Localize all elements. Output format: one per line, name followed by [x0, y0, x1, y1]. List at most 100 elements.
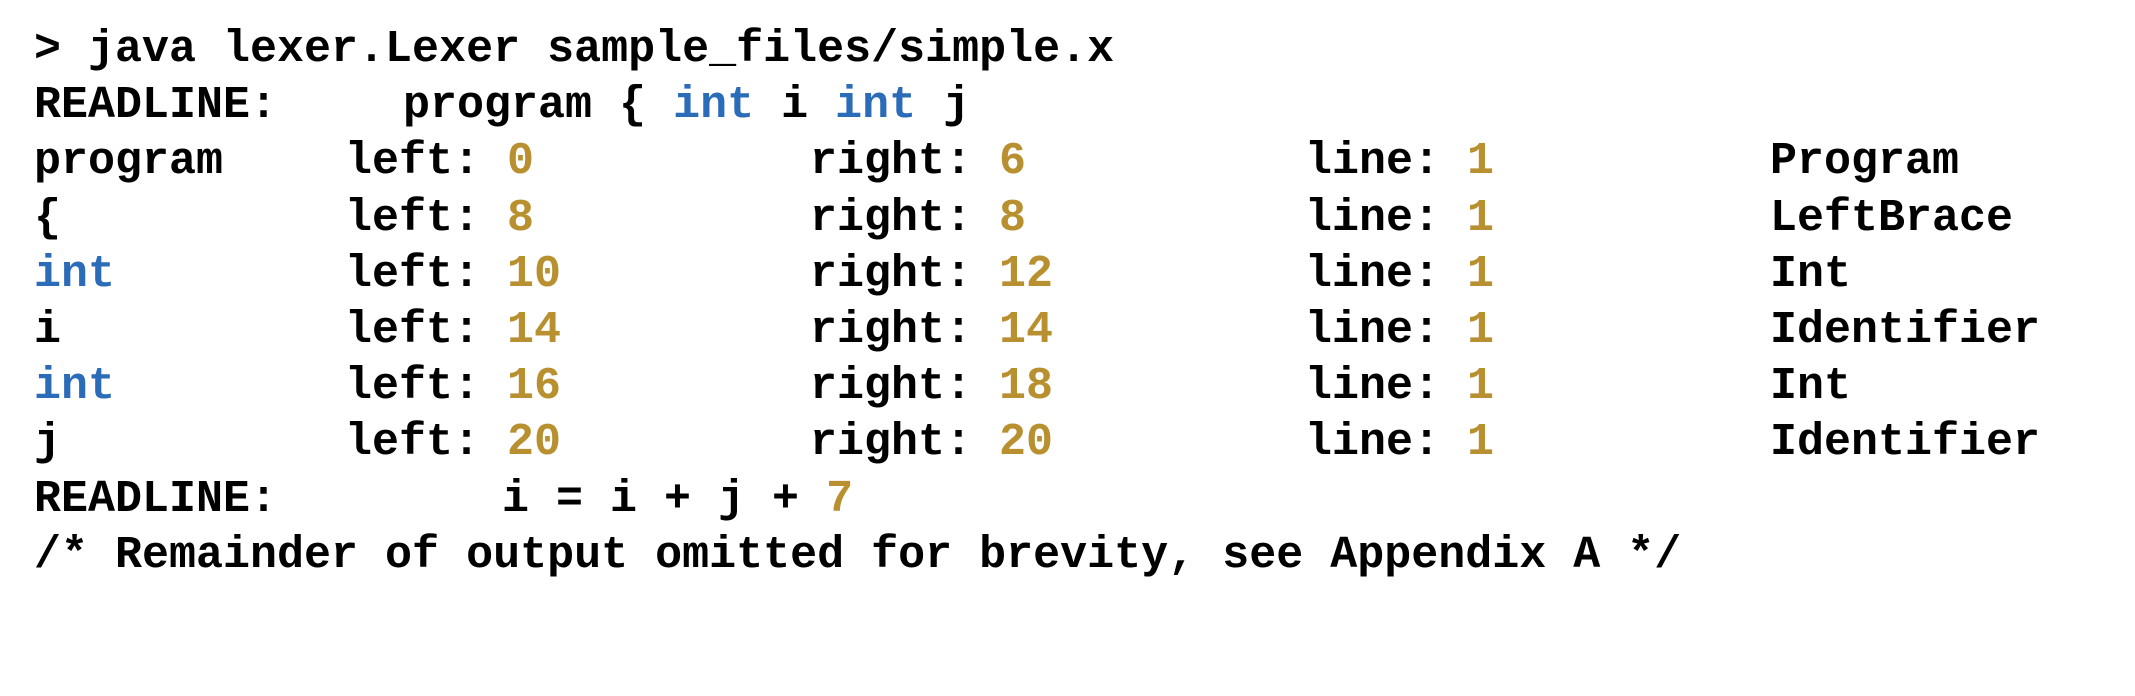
- line-label: line:: [1305, 304, 1468, 356]
- readline-row-1: READLINE: program { int i int j: [34, 78, 970, 134]
- lexeme-text: j: [34, 417, 62, 469]
- line-value: 1: [1467, 248, 1495, 300]
- token-type-text: Program: [1770, 136, 1960, 188]
- token-type: Identifier: [1770, 415, 2040, 471]
- line-value: 1: [1467, 304, 1495, 356]
- source-text: j: [943, 80, 971, 132]
- token-type: Int: [1770, 359, 1851, 415]
- token-right: right: 14: [810, 303, 1053, 359]
- token-right: right: 8: [810, 191, 1026, 247]
- lexeme-text: int: [34, 361, 116, 413]
- lexeme-text: int: [34, 248, 116, 300]
- footer-comment-line: /* Remainder of output omitted for brevi…: [34, 528, 1681, 584]
- left-value: 8: [507, 192, 535, 244]
- token-lexeme: {: [34, 191, 61, 247]
- left-value: 10: [507, 248, 562, 300]
- left-label: left:: [345, 304, 508, 356]
- token-row: { left: 8 right: 8 line: 1 LeftBrace: [34, 191, 2013, 247]
- token-type-text: Identifier: [1770, 417, 2041, 469]
- lexeme-text: {: [34, 192, 62, 244]
- footer-comment: /* Remainder of output omitted for brevi…: [34, 529, 1682, 581]
- left-label: left:: [345, 248, 508, 300]
- source-text: [592, 80, 619, 131]
- source-text: [916, 80, 943, 131]
- left-label: left:: [345, 417, 508, 469]
- token-left: left: 14: [345, 303, 561, 359]
- source-text: i = i + j +: [502, 473, 827, 525]
- token-line: line: 1: [1305, 191, 1494, 247]
- keyword-token: int: [673, 80, 755, 132]
- token-lexeme: int: [34, 359, 115, 415]
- command-line: > java lexer.Lexer sample_files/simple.x: [34, 22, 1114, 78]
- token-right: right: 12: [810, 247, 1053, 303]
- left-value: 0: [507, 136, 535, 188]
- readline-label: READLINE:: [34, 473, 278, 525]
- token-row: i left: 14 right: 14 line: 1 Identifier: [34, 303, 2040, 359]
- right-label: right:: [810, 304, 1000, 356]
- readline-label: READLINE:: [34, 80, 278, 132]
- source-text: {: [619, 80, 647, 132]
- token-lexeme: j: [34, 415, 61, 471]
- line-value: 1: [1467, 192, 1495, 244]
- right-label: right:: [810, 361, 1000, 413]
- token-type: Int: [1770, 247, 1851, 303]
- left-label: left:: [345, 136, 508, 188]
- token-row: int left: 16 right: 18 line: 1 Int: [34, 359, 1851, 415]
- right-value: 20: [999, 417, 1054, 469]
- right-label: right:: [810, 248, 1000, 300]
- left-value: 16: [507, 361, 562, 413]
- number-literal: 7: [826, 473, 854, 525]
- token-left: left: 10: [345, 247, 561, 303]
- token-type-text: Int: [1770, 248, 1852, 300]
- token-lexeme: i: [34, 303, 61, 359]
- left-value: 20: [507, 417, 562, 469]
- line-label: line:: [1305, 248, 1468, 300]
- source-text: i: [781, 80, 809, 132]
- token-type-text: Identifier: [1770, 304, 2041, 356]
- token-lexeme: int: [34, 247, 115, 303]
- line-value: 1: [1467, 417, 1495, 469]
- token-line: line: 1: [1305, 359, 1494, 415]
- readline-source-2: i = i + j + 7: [502, 472, 853, 528]
- right-value: 14: [999, 304, 1054, 356]
- readline-row-2: READLINE: i = i + j + 7: [34, 472, 853, 528]
- line-label: line:: [1305, 192, 1468, 244]
- token-left: left: 16: [345, 359, 561, 415]
- terminal-output: > java lexer.Lexer sample_files/simple.x…: [34, 22, 2040, 584]
- right-label: right:: [810, 136, 1000, 188]
- line-label: line:: [1305, 361, 1468, 413]
- token-line: line: 1: [1305, 303, 1494, 359]
- token-line: line: 1: [1305, 247, 1494, 303]
- line-label: line:: [1305, 136, 1468, 188]
- token-line: line: 1: [1305, 134, 1494, 190]
- token-type: Identifier: [1770, 303, 2040, 359]
- token-line: line: 1: [1305, 415, 1494, 471]
- right-label: right:: [810, 417, 1000, 469]
- token-left: left: 8: [345, 191, 534, 247]
- right-value: 18: [999, 361, 1054, 413]
- token-row: program left: 0 right: 6 line: 1 Program: [34, 134, 1959, 190]
- command-text: > java lexer.Lexer sample_files/simple.x: [34, 24, 1115, 75]
- right-value: 8: [999, 192, 1027, 244]
- token-left: left: 20: [345, 415, 561, 471]
- token-type-text: Int: [1770, 361, 1852, 413]
- left-label: left:: [345, 361, 508, 413]
- source-text: [646, 80, 673, 131]
- left-value: 14: [507, 304, 562, 356]
- token-right: right: 18: [810, 359, 1053, 415]
- token-type: Program: [1770, 134, 1959, 190]
- right-value: 6: [999, 136, 1027, 188]
- source-text: [754, 80, 781, 131]
- right-value: 12: [999, 248, 1054, 300]
- right-label: right:: [810, 192, 1000, 244]
- token-right: right: 6: [810, 134, 1026, 190]
- line-value: 1: [1467, 361, 1495, 413]
- token-row: j left: 20 right: 20 line: 1 Identifier: [34, 415, 2040, 471]
- keyword-token: int: [835, 80, 917, 132]
- source-text: [808, 80, 835, 131]
- lexeme-text: program: [34, 136, 224, 188]
- token-row: int left: 10 right: 12 line: 1 Int: [34, 247, 1851, 303]
- line-label: line:: [1305, 417, 1468, 469]
- token-type-text: LeftBrace: [1770, 192, 2014, 244]
- line-value: 1: [1467, 136, 1495, 188]
